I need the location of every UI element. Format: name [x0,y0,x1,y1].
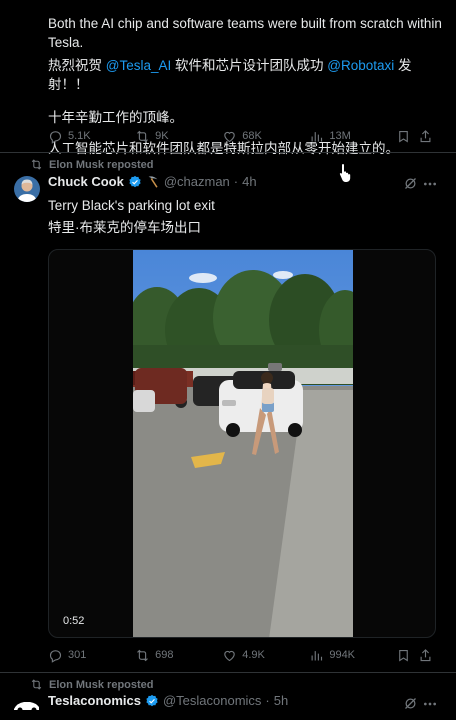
tweet-text-line2: 热烈祝贺 @Tesla_AI 软件和芯片设计团队成功 @Robotaxi 发射！… [48,58,412,92]
tweet-text-en: Terry Black's parking lot exit [48,198,215,213]
tweet-actions: 301 698 4.9K 994K [48,645,440,665]
like-button[interactable]: 4.9K [222,648,309,663]
share-button[interactable] [418,129,440,144]
more-options-icon[interactable] [422,696,438,712]
repost-button[interactable]: 698 [135,648,222,663]
repost-icon [137,649,149,661]
heart-icon [224,131,235,142]
author-handle[interactable]: @chazman [164,174,230,189]
views-chart-icon [311,131,323,141]
author-name[interactable]: Chuck Cook [48,174,124,189]
author-handle[interactable]: @Teslaconomics [163,693,261,708]
tweet-text-line1: Both the AI chip and software teams were… [48,16,442,50]
repost-indicator: Elon Musk reposted [30,158,154,171]
reply-icon [49,649,62,663]
bookmark-icon [399,649,409,662]
views-button[interactable]: 994K [309,648,396,663]
author-name[interactable]: Teslaconomics [48,693,141,708]
pickaxe-emoji-icon [148,175,158,188]
repost-indicator: Elon Musk reposted [30,678,154,691]
more-options-icon[interactable] [422,176,438,192]
repost-button[interactable]: 9K [135,129,222,144]
timestamp[interactable]: 4h [242,174,256,189]
video-duration: 0:52 [63,615,85,627]
grok-icon[interactable] [403,696,418,711]
bookmark-button[interactable] [396,648,418,663]
bookmark-icon [399,130,409,143]
grok-icon[interactable] [403,176,418,191]
reply-icon [49,130,62,144]
avatar[interactable] [12,698,42,714]
repost-icon [31,159,42,170]
hand-cursor-icon [338,162,352,182]
tweet-header: Teslaconomics @Teslaconomics · 5h [48,693,288,708]
tweet-text-zh: 特里·布莱克的停车场出口 [48,220,201,235]
share-icon [420,129,431,142]
avatar[interactable] [14,176,40,202]
views-button[interactable]: 13M [309,129,396,144]
reply-button[interactable]: 5.1K [48,129,135,144]
mention-robotaxi[interactable]: @Robotaxi [327,58,394,73]
tweet-divider [0,672,456,673]
share-icon [420,648,431,661]
repost-icon [31,679,42,690]
video-frame[interactable] [133,250,353,638]
share-button[interactable] [418,648,440,663]
verified-badge-icon [146,694,158,706]
reply-button[interactable]: 301 [48,648,135,663]
tweet-divider [0,152,456,153]
video-player[interactable]: 0:52 [48,249,436,638]
tweet-header: Chuck Cook @chazman · 4h [48,174,257,189]
tweet-actions: 5.1K 9K 68K 13M [48,126,440,146]
views-chart-icon [311,650,323,660]
tweet-text-para2: 十年辛勤工作的顶峰。 [48,110,183,125]
separator-dot: · [265,693,270,708]
like-button[interactable]: 68K [222,129,309,144]
bookmark-button[interactable] [396,129,418,144]
timestamp[interactable]: 5h [274,693,288,708]
verified-badge-icon [129,175,141,187]
repost-icon [137,130,149,142]
separator-dot: · [233,174,239,189]
mention-tesla-ai[interactable]: @Tesla_AI [106,58,171,73]
heart-icon [224,650,235,661]
